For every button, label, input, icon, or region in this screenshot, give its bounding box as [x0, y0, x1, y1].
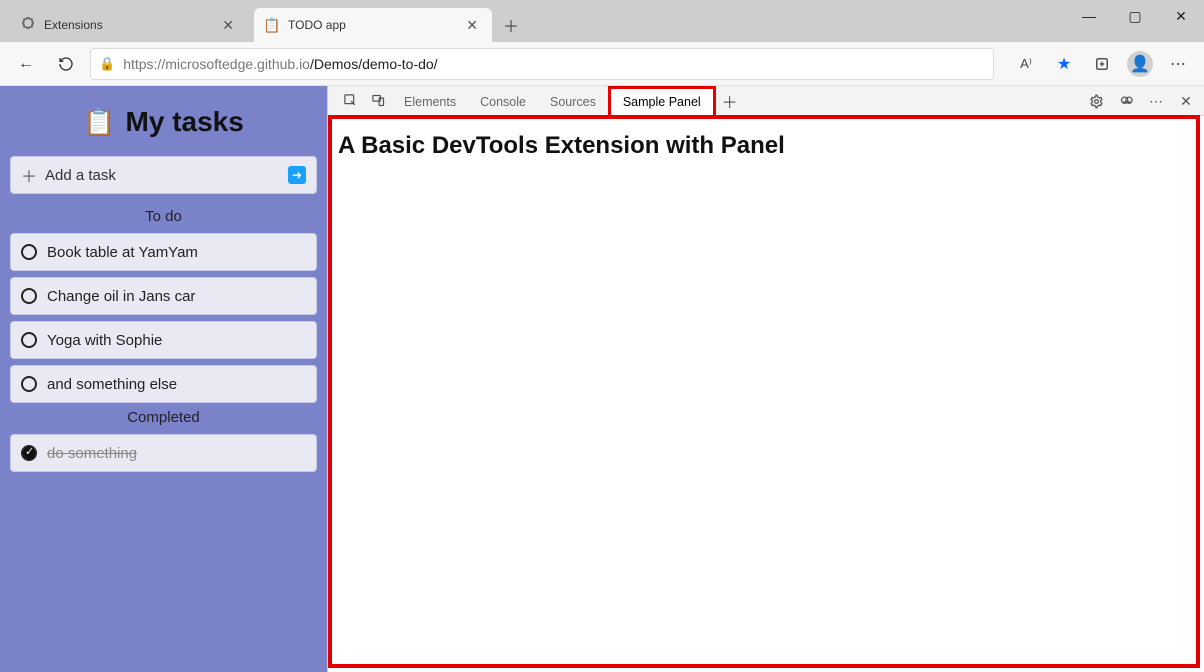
add-task-placeholder: Add a task	[45, 167, 280, 184]
close-icon[interactable]: ✕	[218, 17, 238, 34]
section-todo-label: To do	[10, 208, 317, 225]
avatar-icon: 👤	[1127, 51, 1153, 77]
task-item[interactable]: Book table at YamYam	[10, 233, 317, 271]
submit-arrow-icon[interactable]: ➜	[288, 166, 306, 184]
collections-icon[interactable]	[1086, 48, 1118, 80]
devtools: Elements Console Sources Sample Panel ＋ …	[327, 86, 1204, 672]
puzzle-icon	[20, 17, 36, 33]
profile-button[interactable]: 👤	[1124, 48, 1156, 80]
checkbox-icon[interactable]	[21, 332, 37, 348]
clipboard-icon: 📋	[83, 107, 115, 138]
url-path: /Demos/demo-to-do/	[310, 56, 438, 72]
close-window-button[interactable]: ✕	[1158, 0, 1204, 32]
menu-button[interactable]: ⋯	[1162, 48, 1194, 80]
devtools-panel: A Basic DevTools Extension with Panel	[328, 116, 1204, 672]
browser-tab-label: Extensions	[44, 18, 103, 32]
page-title: 📋 My tasks	[10, 106, 317, 138]
gear-icon[interactable]	[1084, 94, 1108, 109]
close-icon[interactable]: ✕	[462, 17, 482, 34]
clipboard-icon: 📋	[264, 17, 280, 33]
browser-tab-todo[interactable]: 📋 TODO app ✕	[254, 8, 492, 42]
panel-heading: A Basic DevTools Extension with Panel	[328, 116, 1204, 176]
checkbox-checked-icon[interactable]	[21, 445, 37, 461]
read-aloud-icon[interactable]: A⁾	[1010, 48, 1042, 80]
inspect-element-icon[interactable]	[336, 86, 364, 115]
browser-tab-extensions[interactable]: Extensions ✕	[10, 8, 248, 42]
more-icon[interactable]: ⋯	[1144, 93, 1168, 110]
task-item[interactable]: Change oil in Jans car	[10, 277, 317, 315]
task-item[interactable]: Yoga with Sophie	[10, 321, 317, 359]
highlight-border	[328, 115, 1200, 668]
add-tab-icon[interactable]: ＋	[716, 86, 744, 115]
devtools-tabs: Elements Console Sources Sample Panel ＋ …	[328, 86, 1204, 116]
address-bar[interactable]: 🔒 https://microsoftedge.github.io/Demos/…	[90, 48, 994, 80]
task-item-done[interactable]: do something	[10, 434, 317, 472]
feedback-icon[interactable]	[1114, 94, 1138, 109]
content-area: 📋 My tasks ＋ Add a task ➜ To do Book tab…	[0, 86, 1204, 672]
devtools-tab-sample-panel[interactable]: Sample Panel	[608, 86, 716, 115]
back-button[interactable]: ←	[10, 48, 42, 80]
checkbox-icon[interactable]	[21, 244, 37, 260]
maximize-button[interactable]: ▢	[1112, 0, 1158, 32]
titlebar: Extensions ✕ 📋 TODO app ✕ ＋ — ▢ ✕	[0, 0, 1204, 42]
favorite-icon[interactable]: ★	[1048, 48, 1080, 80]
toolbar-right: A⁾ ★ 👤 ⋯	[1010, 48, 1194, 80]
devtools-tab-sources[interactable]: Sources	[538, 86, 608, 115]
task-label: and something else	[47, 376, 177, 393]
devtools-tab-elements[interactable]: Elements	[392, 86, 468, 115]
task-item[interactable]: and something else	[10, 365, 317, 403]
refresh-button[interactable]	[50, 48, 82, 80]
window-controls: — ▢ ✕	[1066, 0, 1204, 32]
lock-icon: 🔒	[99, 56, 115, 72]
task-label: Book table at YamYam	[47, 244, 198, 261]
checkbox-icon[interactable]	[21, 288, 37, 304]
browser-tab-label: TODO app	[288, 18, 346, 32]
device-toggle-icon[interactable]	[364, 86, 392, 115]
task-label: do something	[47, 445, 137, 462]
minimize-button[interactable]: —	[1066, 0, 1112, 32]
close-devtools-icon[interactable]: ✕	[1174, 93, 1198, 110]
plus-icon: ＋	[21, 163, 37, 187]
section-completed-label: Completed	[10, 409, 317, 426]
new-tab-button[interactable]: ＋	[496, 10, 526, 40]
url-host: https://microsoftedge.github.io	[123, 56, 310, 72]
url-text: https://microsoftedge.github.io/Demos/de…	[123, 56, 437, 72]
checkbox-icon[interactable]	[21, 376, 37, 392]
devtools-right-icons: ⋯ ✕	[1084, 86, 1198, 116]
todo-heading: My tasks	[126, 106, 244, 138]
task-label: Change oil in Jans car	[47, 288, 195, 305]
todo-app: 📋 My tasks ＋ Add a task ➜ To do Book tab…	[0, 86, 327, 672]
add-task-input[interactable]: ＋ Add a task ➜	[10, 156, 317, 194]
devtools-tab-console[interactable]: Console	[468, 86, 538, 115]
address-toolbar: ← 🔒 https://microsoftedge.github.io/Demo…	[0, 42, 1204, 86]
task-label: Yoga with Sophie	[47, 332, 162, 349]
